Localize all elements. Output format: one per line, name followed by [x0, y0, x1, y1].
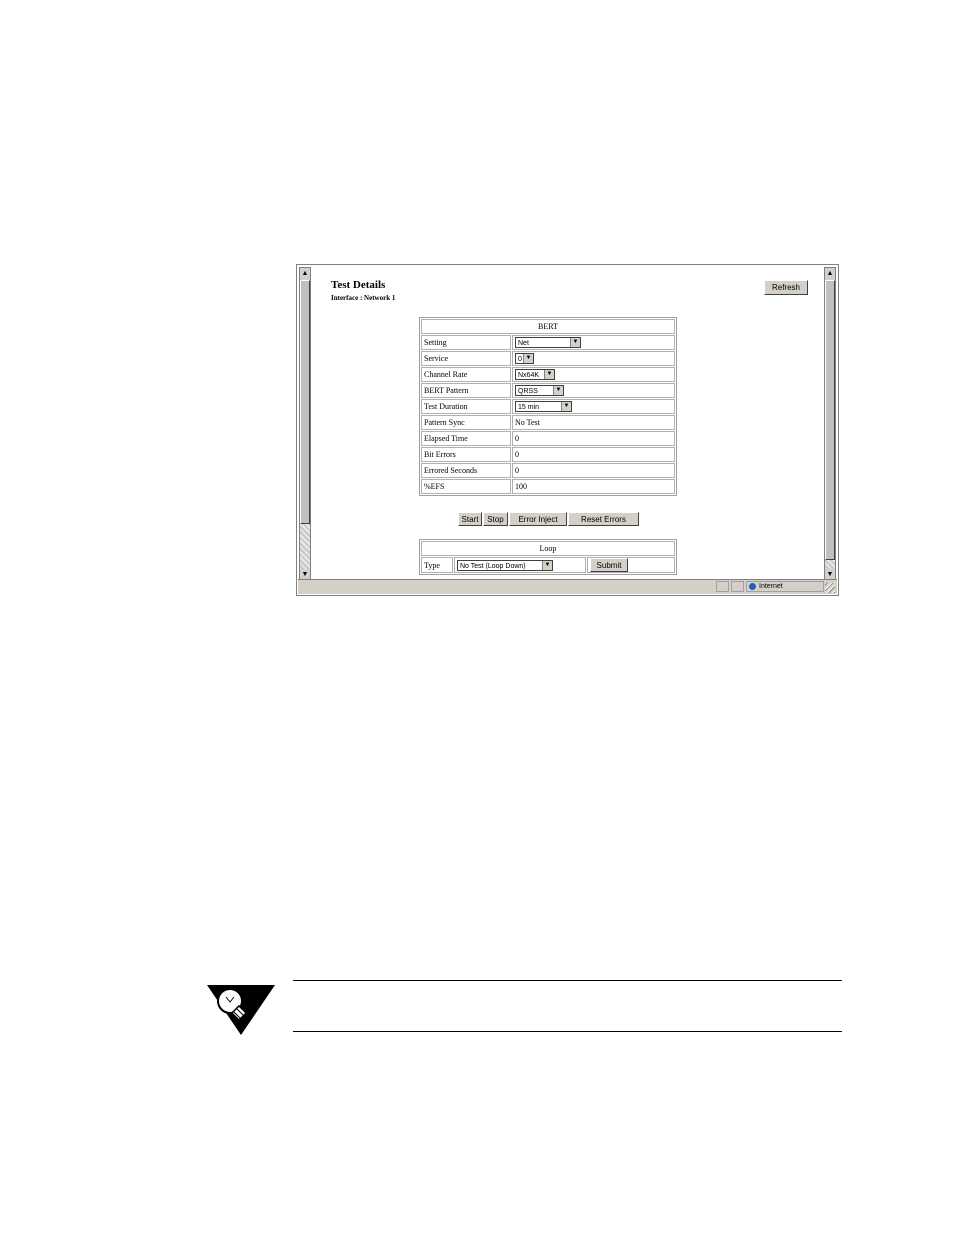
- chevron-down-icon[interactable]: ▼: [553, 386, 563, 395]
- bert-pattern-select[interactable]: QRSS ▼: [515, 385, 564, 396]
- browser-window: ▲ ▼ Test Details Interface : Network 1 R…: [296, 264, 839, 596]
- channel-rate-label: Channel Rate: [421, 367, 511, 382]
- errored-seconds-label: Errored Seconds: [421, 463, 511, 478]
- status-cell: [716, 581, 729, 592]
- scrollbar-thumb[interactable]: [825, 280, 835, 560]
- setting-select[interactable]: Net ▼: [515, 337, 581, 348]
- status-bar: Internet: [298, 579, 837, 594]
- pattern-sync-label: Pattern Sync: [421, 415, 511, 430]
- elapsed-time-value: 0: [512, 431, 675, 446]
- bert-table: BERT Setting Net ▼ Service 0 ▼ Channel Rat…: [419, 317, 677, 496]
- chevron-down-icon[interactable]: ▼: [570, 338, 580, 347]
- zone-label: Internet: [759, 583, 783, 590]
- status-cell: [731, 581, 744, 592]
- errored-seconds-value: 0: [512, 463, 675, 478]
- table-row: Channel Rate Nx64K ▼: [421, 367, 675, 382]
- bit-errors-value: 0: [512, 447, 675, 462]
- zone-cell: Internet: [746, 581, 824, 592]
- test-duration-select[interactable]: 15 min ▼: [515, 401, 572, 412]
- elapsed-time-label: Elapsed Time: [421, 431, 511, 446]
- table-row: Errored Seconds 0: [421, 463, 675, 478]
- chevron-down-icon[interactable]: ▼: [561, 402, 571, 411]
- table-row: Test Duration 15 min ▼: [421, 399, 675, 414]
- setting-label: Setting: [421, 335, 511, 350]
- loop-header: Loop: [421, 541, 675, 556]
- scroll-up-arrow-icon[interactable]: ▲: [825, 268, 835, 279]
- table-row: Pattern Sync No Test: [421, 415, 675, 430]
- table-row: Type No Test (Loop Down) ▼ Submit: [421, 557, 675, 573]
- test-duration-label: Test Duration: [421, 399, 511, 414]
- page-title: Test Details: [331, 279, 386, 291]
- resize-grip[interactable]: [825, 583, 835, 593]
- note-bottom-rule: [293, 1031, 842, 1032]
- table-row: Bit Errors 0: [421, 447, 675, 462]
- lightbulb-icon: [207, 985, 275, 1035]
- loop-type-select[interactable]: No Test (Loop Down) ▼: [457, 559, 553, 571]
- chevron-down-icon[interactable]: ▼: [542, 560, 552, 570]
- error-inject-button[interactable]: Error Inject: [509, 512, 567, 526]
- scrollbar-thumb[interactable]: [300, 280, 310, 524]
- scrollbar-track[interactable]: [300, 524, 310, 570]
- efs-label: %EFS: [421, 479, 511, 494]
- efs-value: 100: [512, 479, 675, 494]
- table-row: BERT Pattern QRSS ▼: [421, 383, 675, 398]
- loop-table: Loop Type No Test (Loop Down) ▼ Submit: [419, 539, 677, 575]
- table-row: Elapsed Time 0: [421, 431, 675, 446]
- page-content: Test Details Interface : Network 1 Refre…: [313, 267, 826, 581]
- refresh-button[interactable]: Refresh: [764, 280, 808, 295]
- table-row: %EFS 100: [421, 479, 675, 494]
- channel-rate-select[interactable]: Nx64K ▼: [515, 369, 555, 380]
- stop-button[interactable]: Stop: [483, 512, 508, 526]
- scroll-up-arrow-icon[interactable]: ▲: [300, 268, 310, 279]
- right-frame-scrollbar[interactable]: ▲ ▼: [824, 267, 836, 581]
- pattern-sync-value: No Test: [512, 415, 675, 430]
- table-row: Service 0 ▼: [421, 351, 675, 366]
- bert-pattern-label: BERT Pattern: [421, 383, 511, 398]
- reset-errors-button[interactable]: Reset Errors: [568, 512, 639, 526]
- bert-header: BERT: [421, 319, 675, 334]
- interface-subtitle: Interface : Network 1: [331, 294, 396, 302]
- service-select[interactable]: 0 ▼: [515, 353, 534, 364]
- chevron-down-icon[interactable]: ▼: [544, 370, 554, 379]
- table-row: Setting Net ▼: [421, 335, 675, 350]
- submit-button[interactable]: Submit: [590, 558, 628, 572]
- service-label: Service: [421, 351, 511, 366]
- note-top-rule: [293, 980, 842, 981]
- bit-errors-label: Bit Errors: [421, 447, 511, 462]
- loop-type-label: Type: [421, 557, 453, 573]
- left-frame-scrollbar[interactable]: ▲ ▼: [299, 267, 311, 581]
- globe-icon: [749, 582, 756, 590]
- start-button[interactable]: Start: [458, 512, 482, 526]
- chevron-down-icon[interactable]: ▼: [523, 354, 533, 363]
